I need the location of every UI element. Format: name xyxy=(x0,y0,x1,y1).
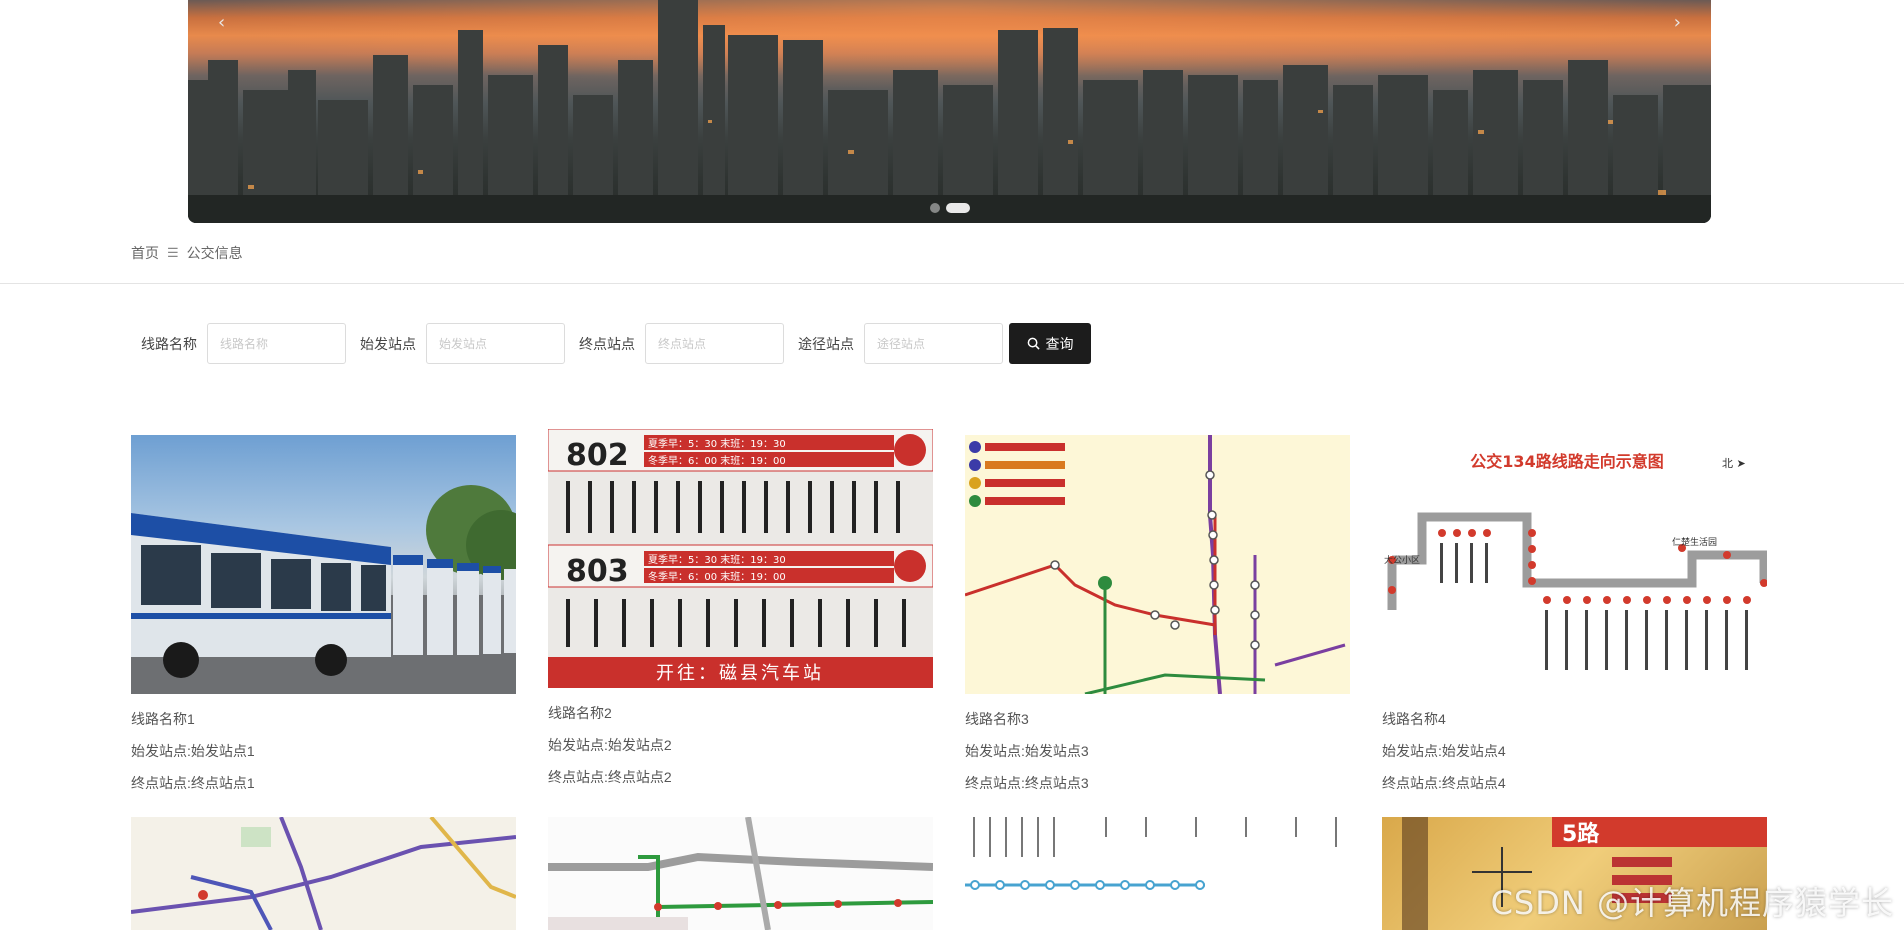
banner-dot-active[interactable] xyxy=(945,203,970,213)
sign-802-number: 802 xyxy=(566,438,629,473)
route-card-image[interactable]: 公交134路线路走向示意图 北 ➤ 大公小区 仁楚生活园 xyxy=(1382,435,1767,694)
via-stop-input[interactable] xyxy=(864,323,1003,364)
breadcrumb: 首页 ☰ 公交信息 xyxy=(131,243,243,263)
end-stop-input[interactable] xyxy=(645,323,784,364)
breadcrumb-home[interactable]: 首页 xyxy=(131,243,159,263)
route-card-image[interactable] xyxy=(965,817,1350,930)
route-name: 线路名称2 xyxy=(548,705,612,721)
route-card[interactable]: 线路名称3 始发站点:始发站点3 终点站点:终点站点3 xyxy=(965,435,1350,799)
start-stop: 始发站点:始发站点1 xyxy=(131,743,255,759)
csdn-watermark: CSDN @计算机程序猿学长 xyxy=(1490,884,1894,922)
search-form: 线路名称 始发站点 终点站点 途径站点 查询 xyxy=(141,323,1091,364)
route-card[interactable]: 线路名称1 始发站点:始发站点1 终点站点:终点站点1 xyxy=(131,435,516,799)
route-diagram-stop-right: 仁楚生活园 xyxy=(1672,536,1717,548)
breadcrumb-current: 公交信息 xyxy=(186,245,243,261)
start-stop: 始发站点:始发站点4 xyxy=(1382,743,1506,759)
banner-dot[interactable] xyxy=(929,203,940,213)
sign-802-times-winter: 冬季早：6：00 末班：19：00 xyxy=(648,454,786,467)
route-diagram-stop-left: 大公小区 xyxy=(1384,554,1420,566)
route-name: 线路名称1 xyxy=(131,711,195,727)
sign-803-times-winter: 冬季早：6：00 末班：19：00 xyxy=(648,570,786,583)
banner-prev-arrow[interactable]: ‹ xyxy=(218,12,225,33)
route-card[interactable] xyxy=(548,817,933,930)
sign-802-times-summer: 夏季早：5：30 末班：19：30 xyxy=(648,437,786,450)
route-card-image[interactable] xyxy=(548,817,933,930)
search-button-label: 查询 xyxy=(1045,335,1074,352)
sign-803-times-summer: 夏季早：5：30 末班：19：30 xyxy=(648,553,786,566)
end-stop: 终点站点:终点站点1 xyxy=(131,775,255,791)
start-stop: 始发站点:始发站点3 xyxy=(965,743,1089,759)
banner-next-arrow[interactable]: › xyxy=(1674,12,1681,33)
hero-banner: ‹ › xyxy=(188,0,1711,223)
route-card-image[interactable] xyxy=(131,817,516,930)
breadcrumb-separator-icon: ☰ xyxy=(167,245,179,260)
via-stop-label: 途径站点 xyxy=(798,335,854,352)
search-button[interactable]: 查询 xyxy=(1009,323,1091,364)
end-stop: 终点站点:终点站点2 xyxy=(548,769,672,785)
route-diagram-title: 公交134路线路走向示意图 xyxy=(1470,452,1663,471)
route-card[interactable]: 公交134路线路走向示意图 北 ➤ 大公小区 仁楚生活园 线路名称4 始发站点:… xyxy=(1382,435,1767,799)
route-name-label: 线路名称 xyxy=(141,335,197,352)
banner-city-skyline-image xyxy=(188,0,1711,223)
start-stop-input[interactable] xyxy=(426,323,565,364)
route-card-image[interactable] xyxy=(131,435,516,694)
end-stop-label: 终点站点 xyxy=(579,335,635,352)
search-icon xyxy=(1027,337,1040,350)
old-sign-title: 5路 xyxy=(1562,821,1600,847)
banner-pagination xyxy=(929,203,970,213)
sign-803-number: 803 xyxy=(566,554,629,589)
route-card[interactable] xyxy=(131,817,516,930)
route-name: 线路名称4 xyxy=(1382,711,1446,727)
route-card[interactable] xyxy=(965,817,1350,930)
start-stop: 始发站点:始发站点2 xyxy=(548,737,672,753)
route-name: 线路名称3 xyxy=(965,711,1029,727)
route-card-image[interactable]: 802 夏季早：5：30 末班：19：30 冬季早：6：00 末班：19：00 … xyxy=(548,429,933,688)
route-diagram-north: 北 ➤ xyxy=(1722,457,1746,470)
end-stop: 终点站点:终点站点4 xyxy=(1382,775,1506,791)
end-stop: 终点站点:终点站点3 xyxy=(965,775,1089,791)
sign-destination: 开往：磁县汽车站 xyxy=(656,663,824,684)
route-name-input[interactable] xyxy=(207,323,346,364)
start-stop-label: 始发站点 xyxy=(360,335,416,352)
header-divider xyxy=(0,283,1904,284)
route-card[interactable]: 802 夏季早：5：30 末班：19：30 冬季早：6：00 末班：19：00 … xyxy=(548,429,933,793)
route-card-image[interactable] xyxy=(965,435,1350,694)
